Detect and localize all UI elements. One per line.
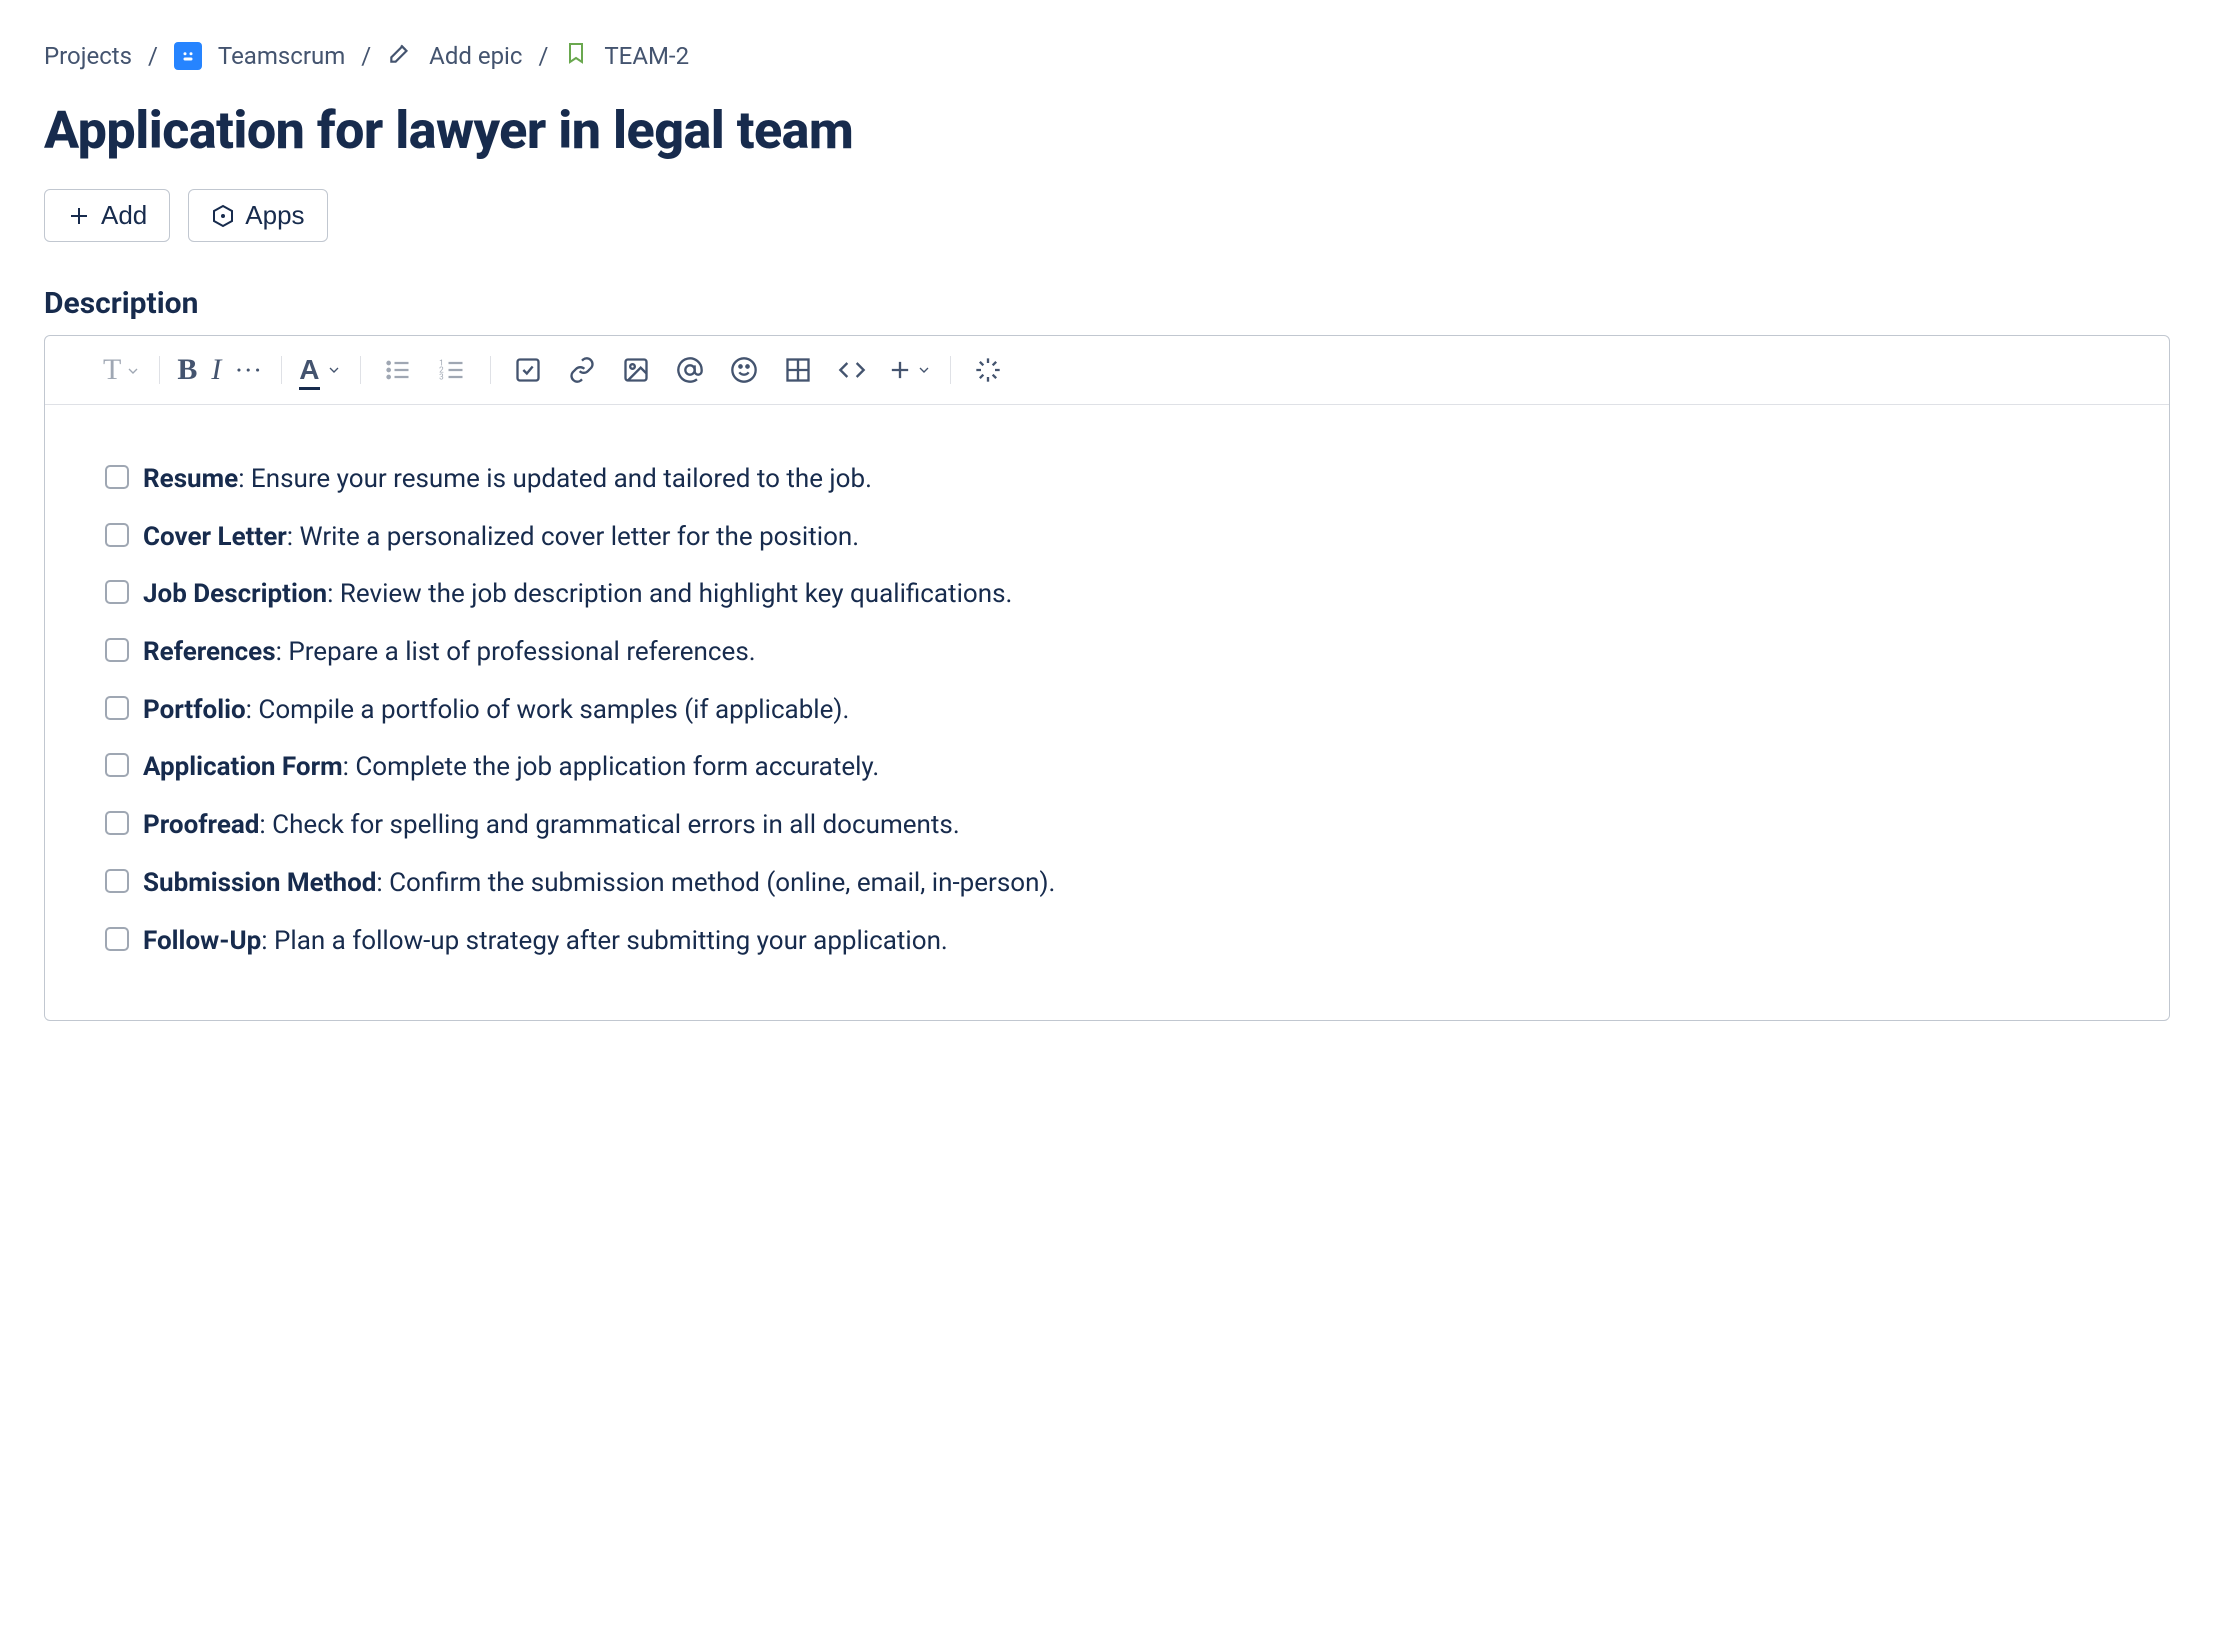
checklist-item-text: : Complete the job application form accu… [343, 752, 880, 782]
breadcrumb-separator: / [361, 42, 371, 70]
breadcrumb-project-name[interactable]: Teamscrum [218, 42, 345, 70]
checklist-item-label: Application Form [143, 752, 343, 782]
checkbox[interactable] [105, 523, 129, 547]
checklist-item-label: Cover Letter [143, 522, 287, 552]
add-button-label: Add [101, 200, 147, 231]
numbered-list-button[interactable]: 123 [432, 350, 472, 390]
chevron-down-icon [125, 363, 141, 379]
insert-more-dropdown[interactable] [886, 350, 932, 390]
page-title[interactable]: Application for lawyer in legal team [44, 100, 2170, 161]
checkbox[interactable] [105, 927, 129, 951]
text-style-dropdown[interactable]: T [103, 350, 141, 390]
chevron-down-icon [326, 362, 342, 378]
checkbox[interactable] [105, 811, 129, 835]
checklist-item-label: Proofread [143, 810, 259, 840]
checklist-item: Submission Method: Confirm the submissio… [105, 865, 2109, 903]
checklist-item-text: : Check for spelling and grammatical err… [259, 810, 959, 840]
checklist-item-label: Follow-Up [143, 926, 261, 956]
plus-icon [886, 356, 914, 384]
checklist-item: Job Description: Review the job descript… [105, 576, 2109, 614]
checklist-item-text: : Confirm the submission method (online,… [376, 868, 1055, 898]
emoji-button[interactable] [724, 350, 764, 390]
checklist-item-text: : Ensure your resume is updated and tail… [238, 464, 872, 494]
checkbox[interactable] [105, 465, 129, 489]
svg-text:3: 3 [439, 371, 444, 381]
breadcrumb-separator: / [538, 42, 548, 70]
checklist-item: Application Form: Complete the job appli… [105, 749, 2109, 787]
table-button[interactable] [778, 350, 818, 390]
description-heading: Description [44, 286, 2170, 321]
mention-button[interactable] [670, 350, 710, 390]
italic-button[interactable]: I [211, 350, 221, 390]
action-item-button[interactable] [508, 350, 548, 390]
text-color-dropdown[interactable]: A [299, 350, 341, 390]
breadcrumb-add-epic[interactable]: Add epic [429, 42, 522, 70]
checklist-item-text: : Write a personalized cover letter for … [287, 522, 859, 552]
checklist-item-text: : Prepare a list of professional referen… [276, 637, 756, 667]
checklist-item-text: : Compile a portfolio of work samples (i… [246, 695, 850, 725]
action-buttons-row: Add Apps [44, 189, 2170, 242]
checklist-item-text: : Review the job description and highlig… [327, 579, 1012, 609]
checklist-item-label: Submission Method [143, 868, 376, 898]
checkbox[interactable] [105, 753, 129, 777]
checklist-item-label: Job Description [143, 579, 327, 609]
apps-button-label: Apps [245, 200, 304, 231]
bold-button[interactable]: B [177, 350, 197, 390]
bullet-list-button[interactable] [378, 350, 418, 390]
code-button[interactable] [832, 350, 872, 390]
editor-toolbar: T B I ··· A 123 [45, 336, 2169, 405]
checklist-item: Proofread: Check for spelling and gramma… [105, 807, 2109, 845]
checkbox[interactable] [105, 638, 129, 662]
add-button[interactable]: Add [44, 189, 170, 242]
plus-icon [67, 204, 91, 228]
breadcrumb-issue-key[interactable]: TEAM-2 [604, 42, 689, 70]
edit-icon [387, 40, 413, 72]
more-formatting-button[interactable]: ··· [235, 350, 263, 390]
checkbox[interactable] [105, 580, 129, 604]
link-button[interactable] [562, 350, 602, 390]
ai-assist-button[interactable] [968, 350, 1008, 390]
breadcrumb-separator: / [148, 42, 158, 70]
checkbox[interactable] [105, 696, 129, 720]
project-avatar-icon[interactable] [174, 42, 202, 70]
checklist-item-label: References [143, 637, 276, 667]
bookmark-icon [564, 41, 588, 71]
checklist-item: Cover Letter: Write a personalized cover… [105, 519, 2109, 557]
checklist-item: Follow-Up: Plan a follow-up strategy aft… [105, 923, 2109, 961]
checklist-item-label: Resume [143, 464, 238, 494]
checklist-item: References: Prepare a list of profession… [105, 634, 2109, 672]
image-button[interactable] [616, 350, 656, 390]
checklist-item-label: Portfolio [143, 695, 246, 725]
checklist-item-text: : Plan a follow-up strategy after submit… [261, 926, 948, 956]
chevron-down-icon [916, 362, 932, 378]
breadcrumb: Projects / Teamscrum / Add epic / TEAM-2 [44, 40, 2170, 72]
description-editor: T B I ··· A 123 [44, 335, 2170, 1021]
editor-content[interactable]: Resume: Ensure your resume is updated an… [45, 405, 2169, 1020]
apps-icon [211, 204, 235, 228]
checklist-item: Resume: Ensure your resume is updated an… [105, 461, 2109, 499]
checklist-item: Portfolio: Compile a portfolio of work s… [105, 692, 2109, 730]
breadcrumb-projects[interactable]: Projects [44, 42, 132, 70]
checklist: Resume: Ensure your resume is updated an… [105, 461, 2109, 960]
apps-button[interactable]: Apps [188, 189, 327, 242]
checkbox[interactable] [105, 869, 129, 893]
